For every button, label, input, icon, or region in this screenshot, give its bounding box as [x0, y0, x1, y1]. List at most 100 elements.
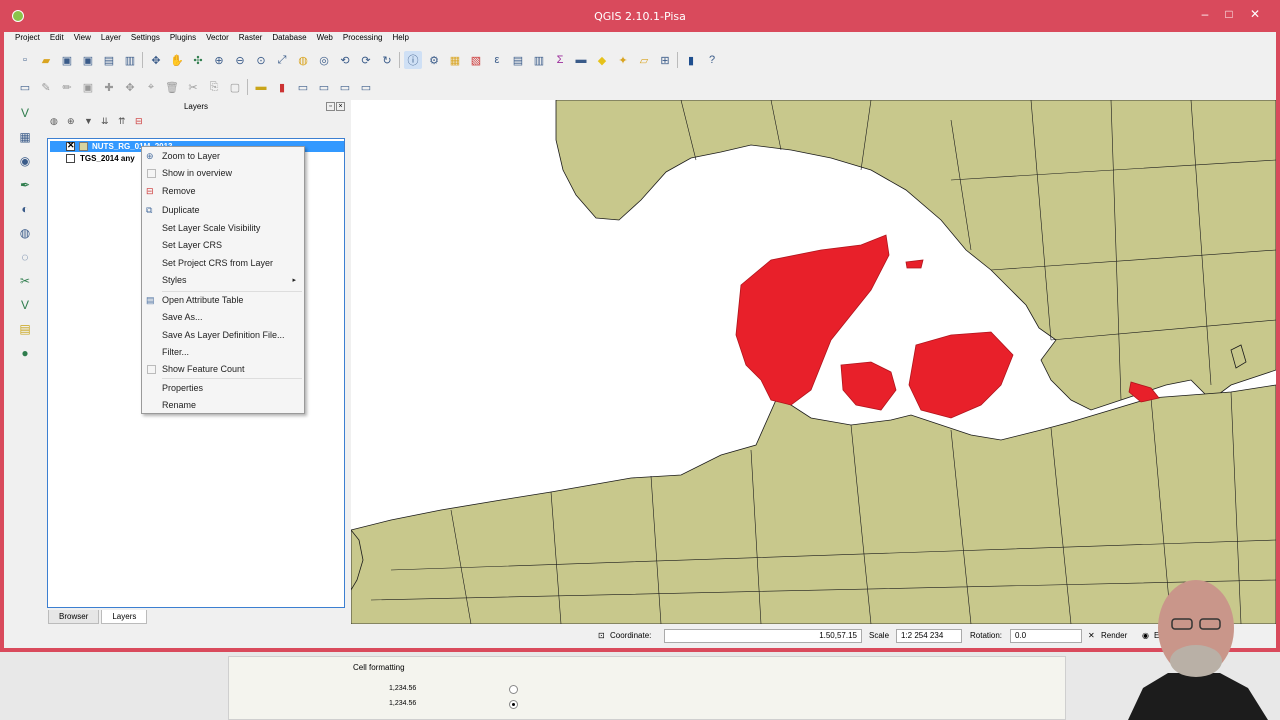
- select-by-expression-icon[interactable]: ε: [488, 51, 506, 69]
- label-pin-icon[interactable]: ▮: [273, 78, 291, 96]
- label-show-icon[interactable]: ▭: [294, 78, 312, 96]
- expand-all-icon[interactable]: ⇊: [101, 116, 113, 128]
- save-edits-icon[interactable]: ▣: [79, 78, 97, 96]
- zoom-last-icon[interactable]: ⟲: [336, 51, 354, 69]
- attribute-table-icon[interactable]: ▤: [509, 51, 527, 69]
- menu-item-set-layer-scale-visibility[interactable]: Set Layer Scale Visibility: [142, 220, 304, 237]
- minimize-button[interactable]: –: [1192, 6, 1218, 22]
- identify-icon[interactable]: ⓘ: [404, 51, 422, 69]
- run-action-icon[interactable]: ⚙: [425, 51, 443, 69]
- globe-icon[interactable]: ●: [14, 343, 36, 363]
- coordinate-icon[interactable]: ⊡: [598, 631, 605, 640]
- close-panel-icon[interactable]: ×: [336, 102, 345, 111]
- zoom-next-icon[interactable]: ⟳: [357, 51, 375, 69]
- text-annotation-icon[interactable]: ⊞: [656, 51, 674, 69]
- layer-style-icon[interactable]: ◍: [50, 116, 62, 128]
- float-panel-icon[interactable]: ▫: [326, 102, 335, 111]
- rotation-field[interactable]: 0.0: [1010, 629, 1082, 643]
- coordinate-field[interactable]: 1.50,57.15: [664, 629, 862, 643]
- toggle-editing-icon[interactable]: ✎: [37, 78, 55, 96]
- open-project-icon[interactable]: ▰: [37, 51, 55, 69]
- zoom-layer-icon[interactable]: ◎: [315, 51, 333, 69]
- tab-layers[interactable]: Layers: [101, 610, 148, 624]
- select-features-icon[interactable]: ▦: [446, 51, 464, 69]
- zoom-selection-icon[interactable]: ◍: [294, 51, 312, 69]
- bookmark-icon[interactable]: ✦: [614, 51, 632, 69]
- label-icon[interactable]: ▬: [252, 78, 270, 96]
- add-raster-layer-icon[interactable]: ▦: [14, 127, 36, 147]
- menu-item-rename[interactable]: Rename: [142, 397, 304, 414]
- delete-selected-icon[interactable]: 🗑: [163, 78, 181, 96]
- python-console-icon[interactable]: ▮: [682, 51, 700, 69]
- new-layer-icon[interactable]: V: [14, 295, 36, 315]
- menu-item-styles[interactable]: Styles ▸: [142, 272, 304, 289]
- maximize-button[interactable]: □: [1216, 6, 1242, 22]
- add-feature-icon[interactable]: ✚: [100, 78, 118, 96]
- map-tips-icon[interactable]: ◆: [593, 51, 611, 69]
- menu-edit[interactable]: Edit: [45, 32, 69, 46]
- menu-help[interactable]: Help: [387, 32, 413, 46]
- menu-item-show-feature-count[interactable]: Show Feature Count: [142, 361, 304, 378]
- add-mssql-icon[interactable]: ◐: [14, 199, 36, 219]
- menu-item-remove[interactable]: ⊟ Remove: [142, 183, 304, 200]
- save-as-icon[interactable]: ▣: [79, 51, 97, 69]
- copy-features-icon[interactable]: ⎘: [205, 78, 223, 96]
- zoom-full-icon[interactable]: ⤢: [273, 51, 291, 69]
- zoom-actual-icon[interactable]: ⊙: [252, 51, 270, 69]
- menu-item-zoom-to-layer[interactable]: ⊕ Zoom to Layer: [142, 148, 304, 165]
- move-feature-icon[interactable]: ✥: [121, 78, 139, 96]
- paste-features-icon[interactable]: ▢: [226, 78, 244, 96]
- save-project-icon[interactable]: ▣: [58, 51, 76, 69]
- menu-view[interactable]: View: [69, 32, 96, 46]
- current-edits-icon[interactable]: ▭: [16, 78, 34, 96]
- format-radio[interactable]: [509, 700, 518, 709]
- node-tool-icon[interactable]: ⌖: [142, 78, 160, 96]
- annotation-icon[interactable]: ▱: [635, 51, 653, 69]
- render-checkbox[interactable]: ✕: [1088, 631, 1095, 640]
- menu-item-show-in-overview[interactable]: Show in overview: [142, 165, 304, 182]
- scale-combo[interactable]: 1:2 254 234: [896, 629, 962, 643]
- menu-item-open-attribute-table[interactable]: ▤ Open Attribute Table: [142, 292, 304, 309]
- edit-pencil-icon[interactable]: ✏: [58, 78, 76, 96]
- tab-browser[interactable]: Browser: [48, 610, 100, 624]
- menu-item-save-as[interactable]: Save As...: [142, 309, 304, 326]
- close-button[interactable]: ✕: [1242, 6, 1268, 22]
- refresh-icon[interactable]: ↻: [378, 51, 396, 69]
- menu-settings[interactable]: Settings: [126, 32, 165, 46]
- layer-visibility-checkbox[interactable]: [66, 154, 75, 163]
- add-delimited-text-icon[interactable]: ▤: [14, 319, 36, 339]
- collapse-all-icon[interactable]: ⇈: [118, 116, 130, 128]
- add-vector-layer-icon[interactable]: V: [14, 103, 36, 123]
- menu-web[interactable]: Web: [312, 32, 338, 46]
- deselect-icon[interactable]: ▧: [467, 51, 485, 69]
- label-rotate-icon[interactable]: ▭: [336, 78, 354, 96]
- menu-item-set-project-crs[interactable]: Set Project CRS from Layer: [142, 255, 304, 272]
- menu-plugins[interactable]: Plugins: [165, 32, 201, 46]
- pan-icon[interactable]: ✥: [147, 51, 165, 69]
- print-composer-icon[interactable]: ▤: [100, 51, 118, 69]
- menu-item-duplicate[interactable]: ⧉ Duplicate: [142, 202, 304, 219]
- label-change-icon[interactable]: ▭: [357, 78, 375, 96]
- menu-item-properties[interactable]: Properties: [142, 380, 304, 397]
- menu-item-set-layer-crs[interactable]: Set Layer CRS: [142, 237, 304, 254]
- zoom-in-icon[interactable]: ⊕: [210, 51, 228, 69]
- add-group-icon[interactable]: ⊕: [67, 116, 79, 128]
- field-calculator-icon[interactable]: ▥: [530, 51, 548, 69]
- add-postgis-icon[interactable]: ◉: [14, 151, 36, 171]
- add-wms-icon[interactable]: ◍: [14, 223, 36, 243]
- composer-manager-icon[interactable]: ▥: [121, 51, 139, 69]
- cut-features-icon[interactable]: ✂: [184, 78, 202, 96]
- menu-vector[interactable]: Vector: [201, 32, 234, 46]
- new-project-icon[interactable]: ▫: [16, 51, 34, 69]
- pan-to-selection-icon[interactable]: ✣: [189, 51, 207, 69]
- layer-visibility-checkbox[interactable]: [66, 140, 75, 151]
- measure-icon[interactable]: ▬: [572, 51, 590, 69]
- menu-database[interactable]: Database: [267, 32, 311, 46]
- add-spatialite-icon[interactable]: ✒: [14, 175, 36, 195]
- format-radio[interactable]: [509, 685, 518, 694]
- menu-item-filter[interactable]: Filter...: [142, 344, 304, 361]
- add-wfs-icon[interactable]: ✂: [14, 271, 36, 291]
- filter-legend-icon[interactable]: ▼: [84, 116, 96, 128]
- add-wcs-icon[interactable]: ◌: [14, 247, 36, 267]
- remove-layer-icon[interactable]: ⊟: [135, 116, 147, 128]
